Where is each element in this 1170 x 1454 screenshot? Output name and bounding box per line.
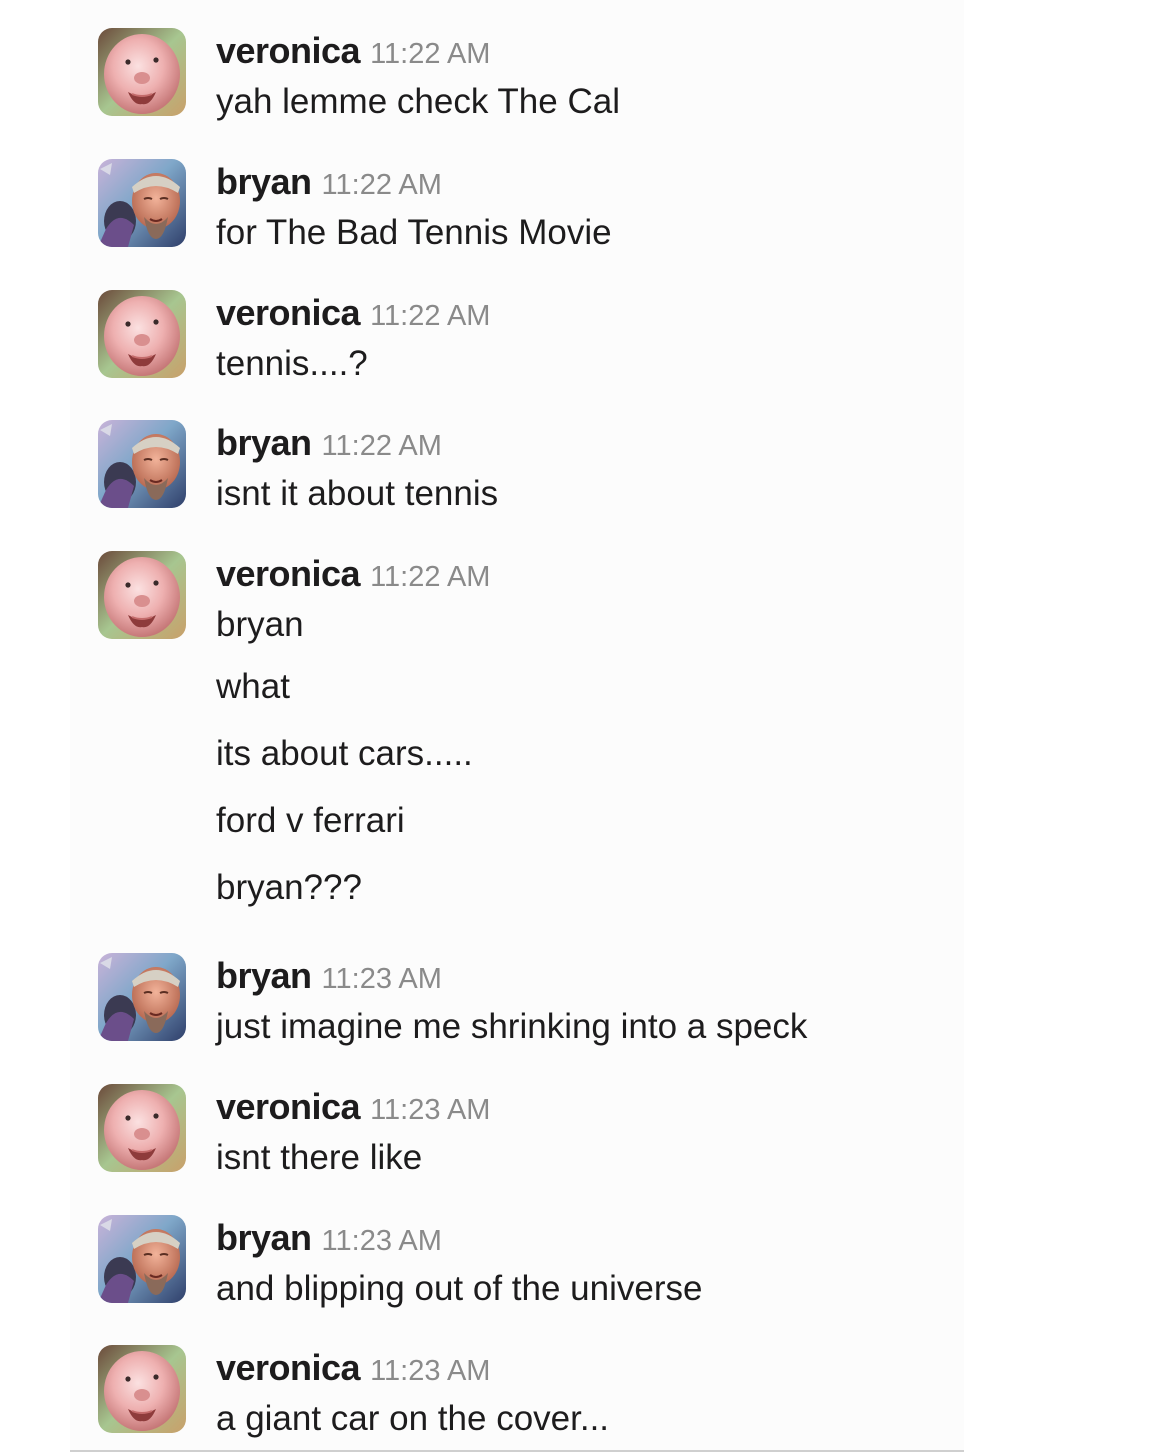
chat-screenshot: veronica 11:22 AM yah lemme check The Cal… — [0, 0, 1170, 1454]
message-body: veronica 11:23 AM a giant car on the cove… — [216, 1345, 609, 1447]
message-text: and blipping out of the universe — [216, 1269, 703, 1308]
message-text: bryan??? — [216, 868, 362, 907]
message-text: bryan — [216, 605, 304, 644]
message-text: for The Bad Tennis Movie — [216, 213, 612, 252]
message-body: bryan 11:23 AM and blipping out of the un… — [216, 1215, 702, 1317]
timestamp[interactable]: 11:23 AM — [370, 1094, 490, 1126]
message-header: bryan 11:22 AM — [216, 159, 612, 205]
message-header: veronica 11:22 AM — [216, 28, 620, 74]
sender-name[interactable]: bryan — [216, 422, 312, 463]
sender-name[interactable]: bryan — [216, 955, 312, 996]
message-header: veronica 11:22 AM — [216, 551, 490, 597]
veronica-avatar[interactable] — [98, 290, 186, 378]
timestamp[interactable]: 11:22 AM — [322, 169, 442, 201]
message-text: what — [216, 667, 290, 706]
message-header: veronica 11:23 AM — [216, 1084, 490, 1130]
message-body: veronica 11:22 AM yah lemme check The Cal — [216, 28, 620, 130]
bryan-avatar[interactable] — [98, 953, 186, 1041]
sender-name[interactable]: veronica — [216, 292, 361, 333]
timestamp[interactable]: 11:22 AM — [370, 38, 490, 70]
sender-name[interactable]: bryan — [216, 161, 312, 202]
veronica-avatar[interactable] — [98, 28, 186, 116]
timestamp[interactable]: 11:22 AM — [370, 561, 490, 593]
sender-name[interactable]: veronica — [216, 30, 361, 71]
veronica-avatar[interactable] — [98, 551, 186, 639]
message-text: tennis....? — [216, 344, 368, 383]
message-text: a giant car on the cover... — [216, 1399, 610, 1438]
timestamp[interactable]: 11:22 AM — [322, 430, 442, 462]
timestamp[interactable]: 11:22 AM — [370, 300, 490, 332]
message-text: yah lemme check The Cal — [216, 82, 620, 121]
message-text: isnt there like — [216, 1138, 423, 1177]
message-header: bryan 11:23 AM — [216, 1215, 702, 1261]
timestamp[interactable]: 11:23 AM — [370, 1355, 490, 1387]
message-header: bryan 11:23 AM — [216, 953, 807, 999]
message-header: bryan 11:22 AM — [216, 420, 498, 466]
timestamp[interactable]: 11:23 AM — [322, 963, 442, 995]
bryan-avatar[interactable] — [98, 159, 186, 247]
message-text: just imagine me shrinking into a speck — [216, 1007, 808, 1046]
message-header: veronica 11:22 AM — [216, 290, 490, 336]
timestamp[interactable]: 11:23 AM — [322, 1225, 442, 1257]
sender-name[interactable]: veronica — [216, 1086, 361, 1127]
veronica-avatar[interactable] — [98, 1345, 186, 1433]
message-body: veronica 11:23 AM isnt there like — [216, 1084, 490, 1186]
message-body: veronica 11:22 AM tennis....? — [216, 290, 490, 392]
message-text: ford v ferrari — [216, 801, 405, 840]
veronica-avatar[interactable] — [98, 1084, 186, 1172]
message-body: bryan 11:23 AM just imagine me shrinking … — [216, 953, 807, 1055]
message-body: veronica 11:22 AM bryan what its about ca… — [216, 551, 490, 921]
message-body: bryan 11:22 AM for The Bad Tennis Movie — [216, 159, 612, 261]
sender-name[interactable]: bryan — [216, 1217, 312, 1258]
message-header: veronica 11:23 AM — [216, 1345, 609, 1391]
message-body: bryan 11:22 AM isnt it about tennis — [216, 420, 498, 522]
sender-name[interactable]: veronica — [216, 553, 361, 594]
bryan-avatar[interactable] — [98, 420, 186, 508]
divider — [70, 1450, 964, 1452]
message-text: isnt it about tennis — [216, 474, 499, 513]
bryan-avatar[interactable] — [98, 1215, 186, 1303]
sender-name[interactable]: veronica — [216, 1347, 361, 1388]
message-text: its about cars..... — [216, 734, 473, 773]
